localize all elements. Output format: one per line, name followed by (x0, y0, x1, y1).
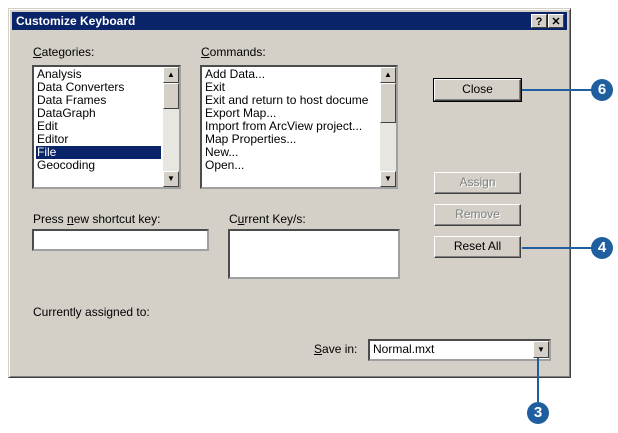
save-in-select[interactable]: Normal.mxt ▼ (368, 339, 551, 361)
current-keys-list[interactable] (228, 229, 400, 279)
list-item[interactable]: File (36, 146, 161, 159)
list-item[interactable]: Map Properties... (204, 133, 378, 146)
scroll-up-icon[interactable]: ▲ (380, 67, 396, 83)
list-item[interactable]: Add Data... (204, 68, 378, 81)
categories-list[interactable]: Analysis Data Converters Data Frames DataGr… (32, 65, 181, 189)
currently-assigned-label: Currently assigned to: (33, 305, 150, 319)
save-in-value: Normal.mxt (373, 342, 435, 356)
close-button[interactable]: Close (433, 78, 522, 102)
categories-scrollbar[interactable]: ▲ ▼ (163, 67, 179, 187)
commands-label: Commands: (201, 45, 266, 59)
reset-all-button[interactable]: Reset All (434, 236, 521, 258)
categories-label: Categories: (33, 45, 95, 59)
list-item[interactable]: Geocoding (36, 159, 161, 172)
scroll-up-icon[interactable]: ▲ (163, 67, 179, 83)
list-item[interactable]: Open... (204, 159, 378, 172)
callout-line-reset (522, 247, 597, 249)
list-item[interactable]: Exit and return to host docume (204, 94, 378, 107)
list-item[interactable]: Data Frames (36, 94, 161, 107)
callout-3: 3 (527, 402, 549, 424)
customize-keyboard-dialog: Customize Keyboard ? ✕ Categories: Analy… (8, 8, 571, 378)
list-item[interactable]: Export Map... (204, 107, 378, 120)
categories-items: Analysis Data Converters Data Frames DataGr… (36, 68, 161, 172)
list-item[interactable]: Editor (36, 133, 161, 146)
list-item[interactable]: Analysis (36, 68, 161, 81)
remove-button[interactable]: Remove (434, 204, 521, 226)
callout-4: 4 (591, 237, 613, 259)
list-item[interactable]: Exit (204, 81, 378, 94)
callout-line-save-in (537, 358, 539, 402)
list-item[interactable]: Data Converters (36, 81, 161, 94)
list-item[interactable]: Edit (36, 120, 161, 133)
list-item[interactable]: New... (204, 146, 378, 159)
scroll-down-icon[interactable]: ▼ (380, 171, 396, 187)
assign-button[interactable]: Assign (434, 172, 521, 194)
scroll-thumb[interactable] (163, 83, 179, 109)
callout-line-close (522, 89, 597, 91)
scroll-down-icon[interactable]: ▼ (163, 171, 179, 187)
title-bar[interactable]: Customize Keyboard ? ✕ (12, 12, 567, 30)
commands-scrollbar[interactable]: ▲ ▼ (380, 67, 396, 187)
callout-6: 6 (591, 79, 613, 101)
current-keys-label: Current Key/s: (229, 212, 306, 226)
scroll-thumb[interactable] (380, 83, 396, 123)
commands-items: Add Data... Exit Exit and return to host d… (204, 68, 378, 172)
save-in-label: Save in: (314, 342, 358, 356)
close-window-button[interactable]: ✕ (548, 14, 564, 28)
list-item[interactable]: DataGraph (36, 107, 161, 120)
window-title: Customize Keyboard (16, 14, 136, 28)
chevron-down-icon[interactable]: ▼ (533, 341, 549, 358)
list-item[interactable]: Import from ArcView project... (204, 120, 378, 133)
shortcut-key-label: Press new shortcut key: (33, 212, 161, 226)
shortcut-key-input[interactable] (32, 229, 209, 251)
commands-list[interactable]: Add Data... Exit Exit and return to host d… (200, 65, 398, 189)
help-button[interactable]: ? (531, 14, 547, 28)
